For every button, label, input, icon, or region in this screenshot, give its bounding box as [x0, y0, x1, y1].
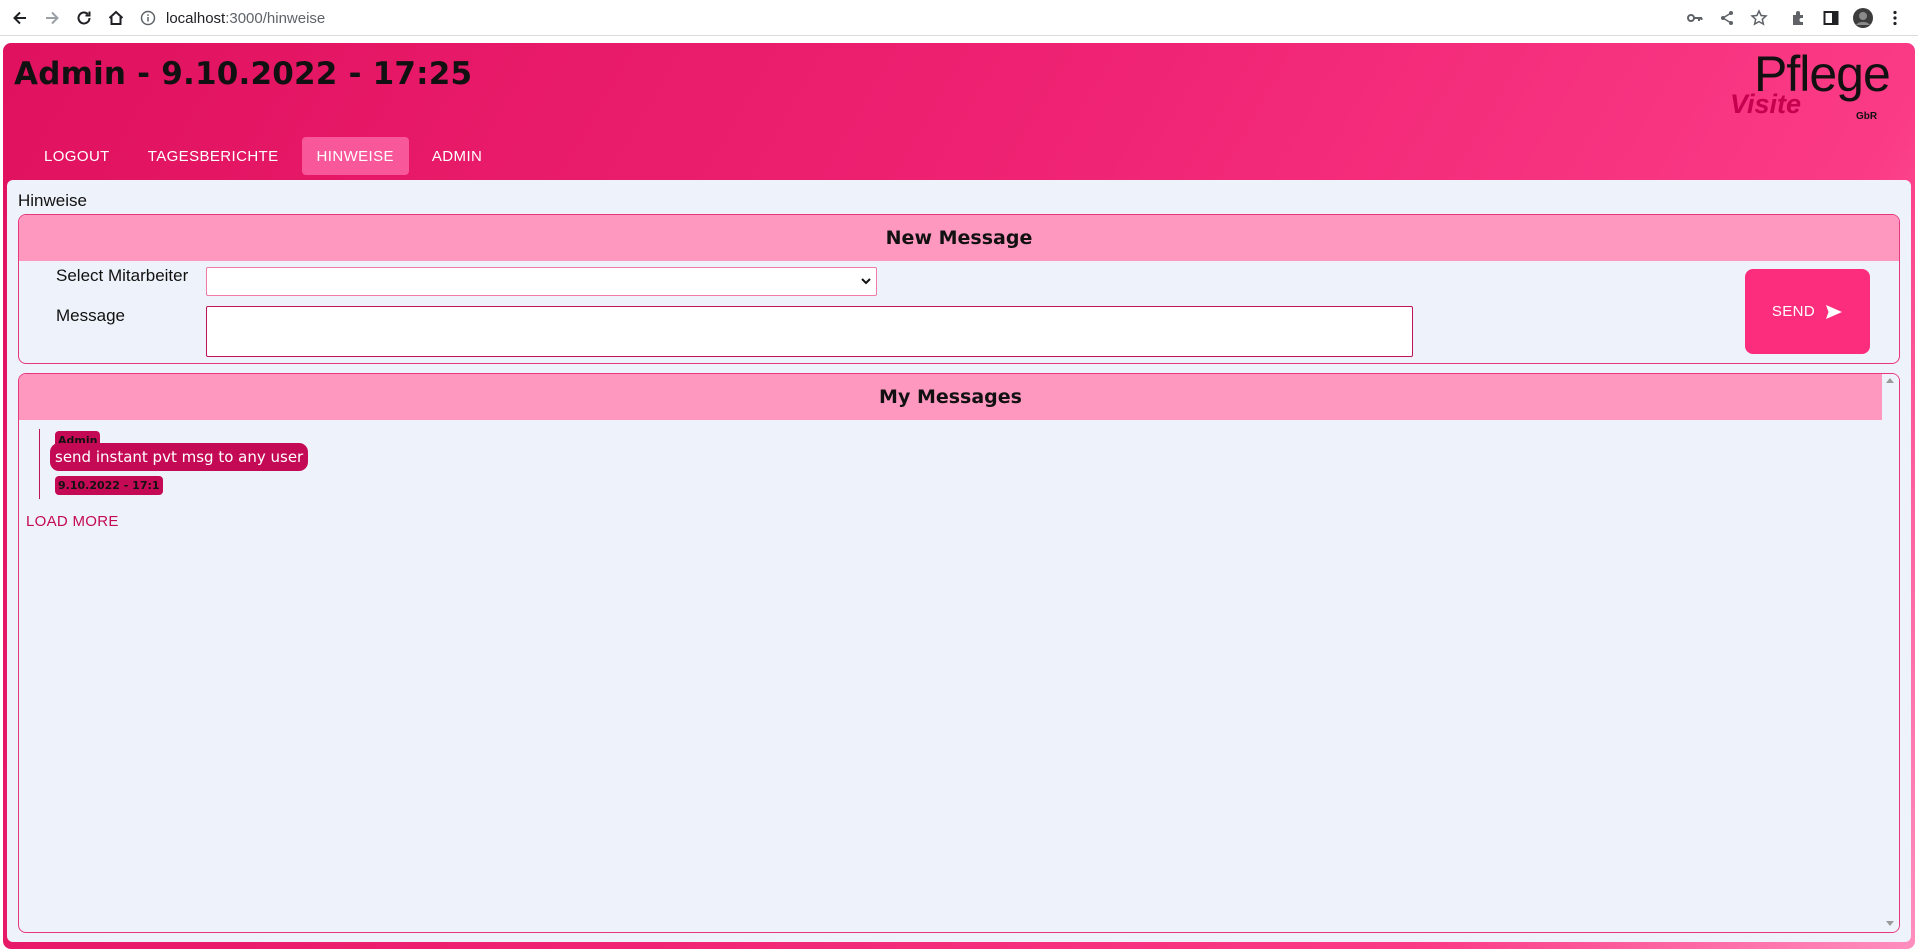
extensions-icon[interactable] [1787, 6, 1811, 30]
browser-menu-icon[interactable] [1883, 6, 1907, 30]
browser-toolbar: localhost:3000/hinweise [0, 0, 1918, 36]
chevron-down-icon [861, 278, 871, 285]
back-icon[interactable] [8, 6, 32, 30]
url-path: :3000/hinweise [225, 9, 326, 27]
main-content: Hinweise New Message Select Mitarbeiter … [7, 180, 1911, 942]
info-icon[interactable] [140, 10, 156, 26]
share-icon[interactable] [1715, 6, 1739, 30]
mitarbeiter-select[interactable] [206, 267, 877, 296]
messages-scrollbar[interactable] [1882, 374, 1899, 932]
my-messages-panel: My Messages Admin send instant pvt msg t… [18, 373, 1900, 933]
nav-item-admin[interactable]: ADMIN [417, 137, 497, 175]
message-item: Admin send instant pvt msg to any user 9… [39, 429, 439, 499]
side-panel-icon[interactable] [1819, 6, 1843, 30]
pflege-visite-logo: Pflege Visite GbR [1728, 46, 1891, 123]
nav-item-logout[interactable]: LOGOUT [29, 137, 125, 175]
new-message-title: New Message [19, 215, 1899, 261]
new-message-panel: New Message Select Mitarbeiter Message S… [18, 214, 1900, 364]
forward-icon[interactable] [40, 6, 64, 30]
message-input[interactable] [206, 306, 1413, 357]
breadcrumb: Hinweise [18, 191, 87, 210]
select-mitarbeiter-label: Select Mitarbeiter [56, 266, 189, 285]
profile-avatar-icon[interactable] [1851, 6, 1875, 30]
message-label: Message [56, 306, 125, 325]
send-button[interactable]: SEND [1745, 269, 1870, 354]
send-button-label: SEND [1771, 303, 1816, 320]
send-icon [1826, 304, 1843, 319]
logo-suffix: GbR [1856, 111, 1878, 122]
app-frame: Admin - 9.10.2022 - 17:25 Pflege Visite … [3, 43, 1915, 949]
url-host: localhost [166, 9, 226, 27]
bookmark-star-icon[interactable] [1747, 6, 1771, 30]
nav-item-tagesberichte[interactable]: TAGESBERICHTE [133, 137, 294, 175]
scroll-up-icon[interactable] [1886, 378, 1894, 383]
reload-icon[interactable] [72, 6, 96, 30]
key-icon[interactable] [1683, 6, 1707, 30]
main-nav: LOGOUT TAGESBERICHTE HINWEISE ADMIN [29, 137, 505, 175]
logo-text-bottom: Visite [1730, 89, 1802, 119]
page-title: Admin - 9.10.2022 - 17:25 [14, 56, 473, 92]
my-messages-title: My Messages [19, 374, 1882, 420]
scroll-down-icon[interactable] [1886, 921, 1894, 926]
home-icon[interactable] [104, 6, 128, 30]
nav-item-hinweise[interactable]: HINWEISE [301, 137, 409, 175]
load-more-button[interactable]: LOAD MORE [26, 513, 119, 530]
message-text: send instant pvt msg to any user [50, 443, 309, 471]
address-bar[interactable]: localhost:3000/hinweise [140, 4, 325, 32]
message-timestamp: 9.10.2022 - 17:1 [55, 476, 163, 495]
